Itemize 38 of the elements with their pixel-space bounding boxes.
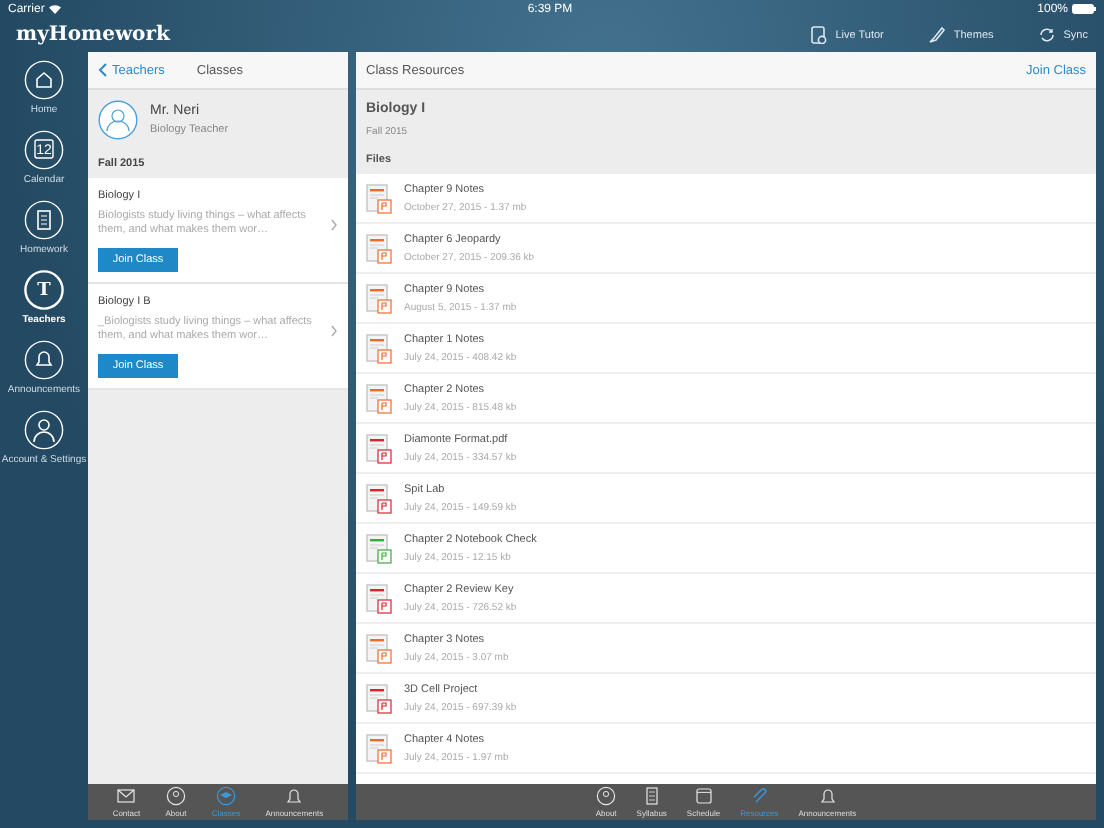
avatar-icon <box>98 100 138 140</box>
bell-icon <box>817 786 838 806</box>
bell-icon <box>24 340 64 380</box>
chevron-left-icon <box>98 62 108 78</box>
tablet-icon <box>809 26 828 44</box>
app-title: myHomework <box>16 24 173 46</box>
sync-icon <box>1037 26 1056 44</box>
slides-file-icon <box>366 283 392 313</box>
brush-icon <box>927 26 946 44</box>
pdf-file-icon <box>366 583 392 613</box>
wifi-icon <box>48 4 63 14</box>
person-icon <box>165 786 186 806</box>
pdf-file-icon <box>366 483 392 513</box>
home-icon <box>24 60 64 100</box>
document-icon <box>641 786 662 806</box>
person-icon <box>596 786 617 806</box>
notebook-icon <box>24 200 64 240</box>
slides-file-icon <box>366 633 392 663</box>
calendar-icon <box>693 786 714 806</box>
cap-icon <box>215 786 236 806</box>
pdf-file-icon <box>366 683 392 713</box>
envelope-icon <box>116 786 137 806</box>
paperclip-icon <box>749 786 770 806</box>
battery-icon <box>1072 4 1096 14</box>
bell-icon <box>284 786 305 806</box>
person-icon <box>24 410 64 450</box>
chevron-right-icon <box>330 323 338 338</box>
slides-file-icon <box>366 333 392 363</box>
chevron-right-icon <box>330 217 338 232</box>
slides-file-icon <box>366 183 392 213</box>
teacher-icon <box>24 270 64 310</box>
calendar-icon <box>24 130 64 170</box>
slides-file-icon <box>366 233 392 263</box>
slides-file-icon <box>366 733 392 763</box>
teacher-glyph: T <box>37 281 51 301</box>
slides-file-icon <box>366 383 392 413</box>
spreadsheet-file-icon <box>366 533 392 563</box>
pdf-file-icon <box>366 433 392 463</box>
